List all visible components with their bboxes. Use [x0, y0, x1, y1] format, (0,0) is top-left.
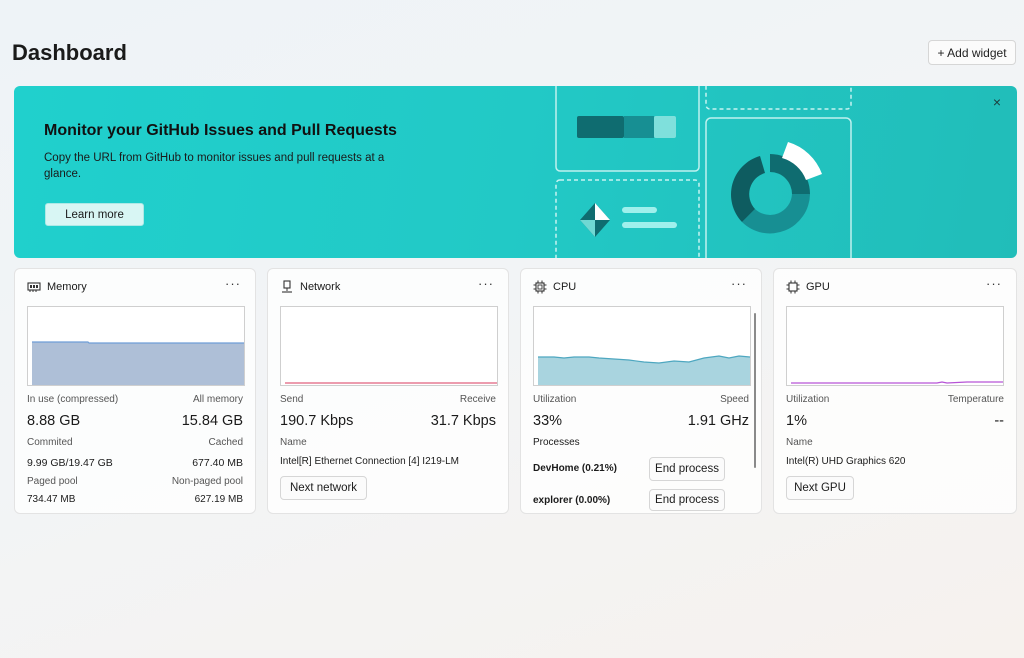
adapter-name-value: Intel[R] Ethernet Connection [4] I219-LM — [280, 456, 459, 467]
learn-more-label: Learn more — [65, 208, 124, 221]
close-icon[interactable]: × — [989, 94, 1005, 110]
committed-value: 9.99 GB/19.47 GB — [27, 457, 113, 469]
more-options-icon[interactable]: ··· — [986, 276, 1002, 291]
cached-label: Cached — [208, 437, 243, 448]
cpu-chart — [533, 306, 751, 386]
next-gpu-label: Next GPU — [794, 482, 846, 494]
speed-label: Speed — [720, 394, 749, 405]
gpu-icon — [786, 280, 800, 294]
more-options-icon[interactable]: ··· — [225, 276, 241, 291]
page-title: Dashboard — [12, 40, 127, 65]
network-chart — [280, 306, 498, 386]
in-use-value: 8.88 GB — [27, 413, 81, 429]
cpu-icon — [533, 280, 547, 294]
all-memory-label: All memory — [192, 394, 243, 405]
banner-description: Copy the URL from GitHub to monitor issu… — [44, 152, 385, 180]
more-options-icon[interactable]: ··· — [731, 276, 747, 291]
add-widget-label: + Add widget — [937, 45, 1007, 60]
next-network-button[interactable]: Next network — [280, 476, 367, 500]
end-process-label: End process — [655, 463, 719, 475]
utilization-value: 33% — [533, 413, 563, 429]
network-title: Network — [300, 281, 341, 293]
process-name: explorer (0.00%) — [533, 495, 611, 506]
network-widget: Network ··· Send Receive 190.7 Kbps 31.7… — [267, 268, 509, 514]
process-name: DevHome (0.21%) — [533, 463, 617, 474]
receive-value: 31.7 Kbps — [430, 413, 496, 429]
network-icon — [280, 280, 294, 294]
add-widget-button[interactable]: + Add widget — [928, 40, 1016, 65]
github-promo-banner: Monitor your GitHub Issues and Pull Requ… — [14, 86, 1017, 258]
learn-more-button[interactable]: Learn more — [45, 203, 144, 226]
gpu-title: GPU — [806, 281, 830, 293]
end-process-button[interactable]: End process — [649, 457, 725, 481]
temperature-label: Temperature — [947, 394, 1004, 405]
end-process-label: End process — [655, 494, 719, 506]
gpu-chart — [786, 306, 1004, 386]
nonpaged-pool-label: Non-paged pool — [171, 476, 243, 487]
all-memory-value: 15.84 GB — [181, 413, 243, 429]
memory-icon — [27, 280, 41, 294]
paged-pool-label: Paged pool — [27, 476, 78, 487]
paged-pool-value: 734.47 MB — [27, 494, 76, 505]
adapter-name-label: Name — [280, 437, 307, 448]
cached-value: 677.40 MB — [192, 457, 243, 469]
scrollbar[interactable] — [754, 313, 756, 468]
banner-illustration — [555, 86, 852, 258]
utilization-label: Utilization — [533, 394, 577, 405]
speed-value: 1.91 GHz — [687, 413, 749, 429]
cpu-widget: CPU ··· Utilization Speed 33% 1.91 GHz P… — [520, 268, 762, 514]
in-use-label: In use (compressed) — [27, 394, 119, 405]
banner-title: Monitor your GitHub Issues and Pull Requ… — [44, 122, 397, 139]
send-label: Send — [280, 394, 304, 405]
memory-title: Memory — [47, 281, 87, 293]
next-gpu-button[interactable]: Next GPU — [786, 476, 854, 500]
temperature-value: -- — [994, 413, 1004, 429]
nonpaged-pool-value: 627.19 MB — [194, 494, 243, 505]
receive-label: Receive — [459, 394, 496, 405]
gpu-name-label: Name — [786, 437, 813, 448]
end-process-button[interactable]: End process — [649, 489, 725, 511]
send-value: 190.7 Kbps — [280, 413, 354, 429]
processes-label: Processes — [533, 437, 580, 448]
cpu-title: CPU — [553, 281, 577, 293]
memory-chart — [27, 306, 245, 386]
utilization-value: 1% — [786, 413, 807, 429]
committed-label: Commited — [27, 437, 73, 448]
memory-widget: Memory ··· In use (compressed) All memor… — [14, 268, 256, 514]
gpu-widget: GPU ··· Utilization Temperature 1% -- Na… — [773, 268, 1017, 514]
next-network-label: Next network — [289, 482, 358, 494]
utilization-label: Utilization — [786, 394, 830, 405]
gpu-name-value: Intel(R) UHD Graphics 620 — [786, 456, 906, 467]
more-options-icon[interactable]: ··· — [478, 276, 494, 291]
